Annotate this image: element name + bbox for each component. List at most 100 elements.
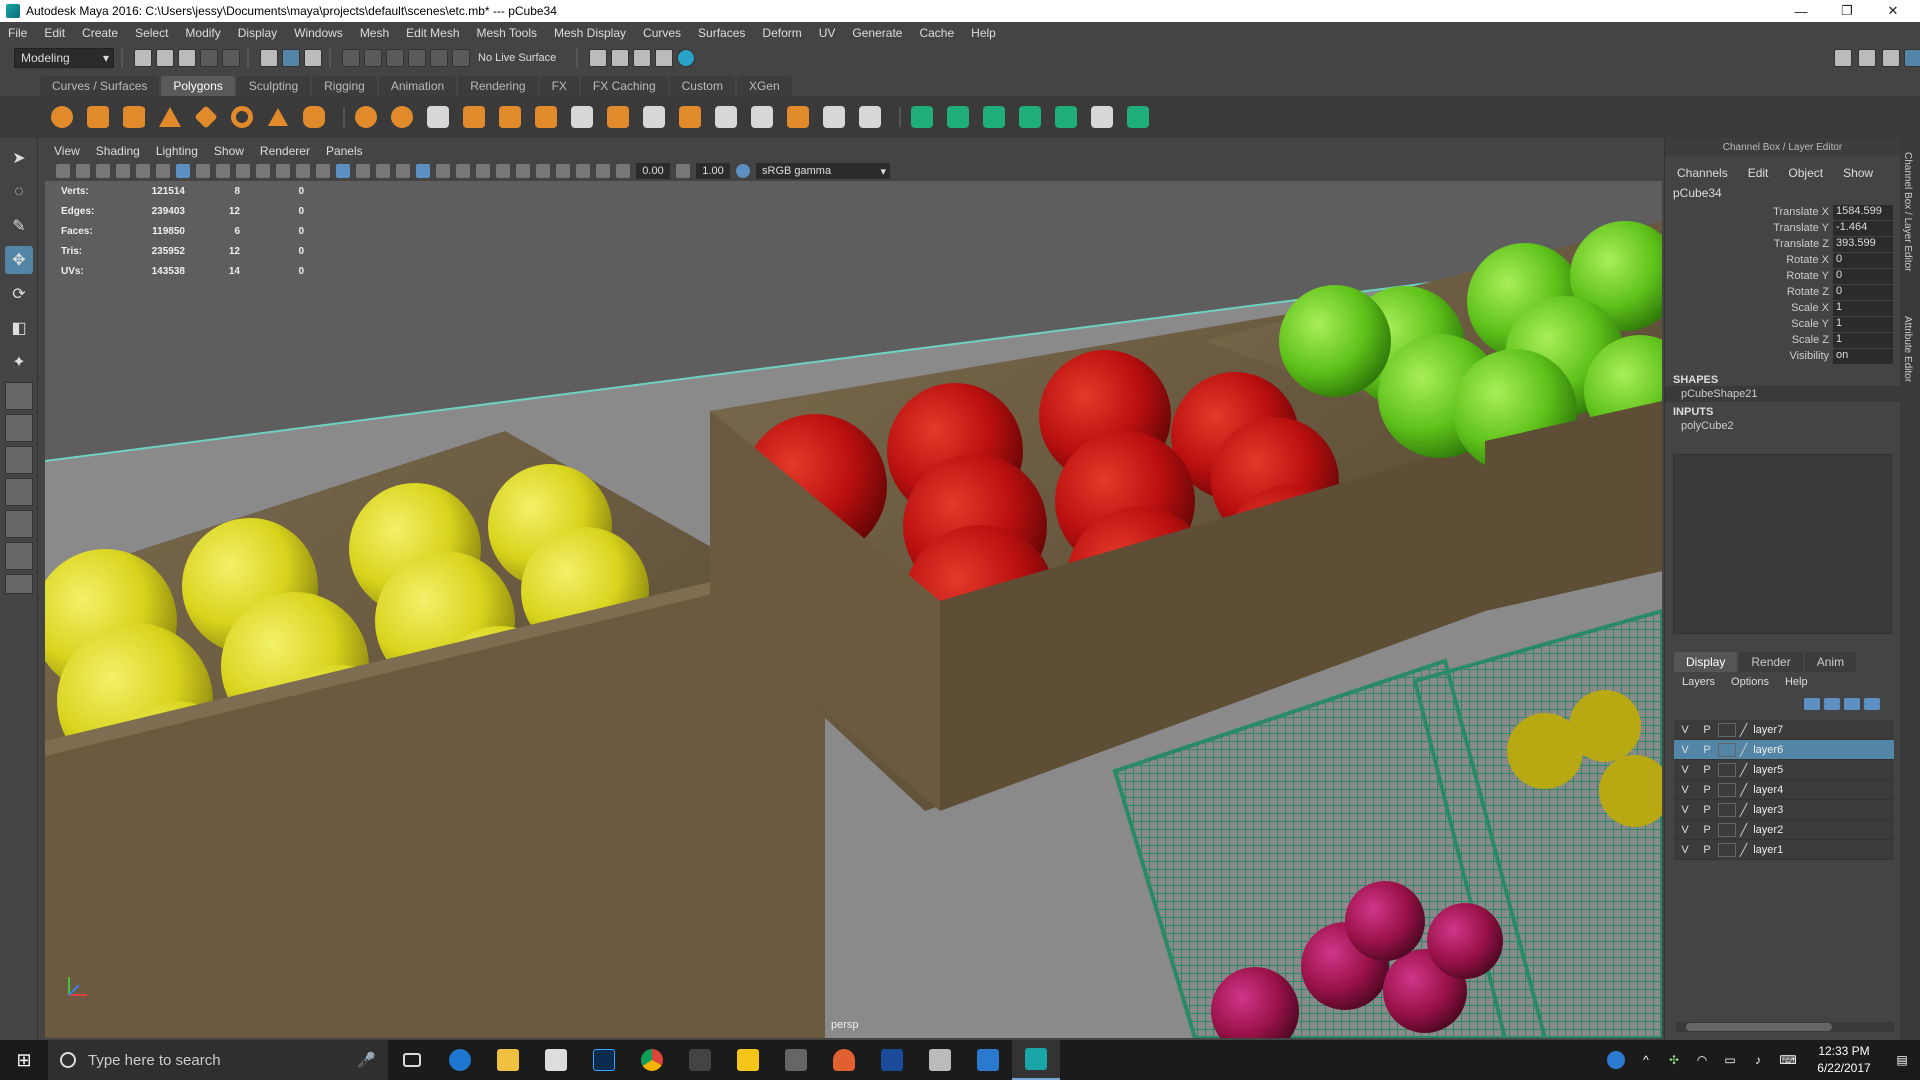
scale-tool-icon[interactable]: ◧ (5, 314, 33, 342)
layer-menu-layers[interactable]: Layers (1682, 676, 1715, 688)
layer-color-swatch[interactable] (1718, 742, 1736, 757)
bridge-icon[interactable] (640, 103, 668, 131)
spherical-uv-icon[interactable] (980, 103, 1008, 131)
channel-menu-channels[interactable]: Channels (1677, 166, 1728, 180)
combine-icon[interactable] (352, 103, 380, 131)
isolate-select-icon[interactable] (556, 164, 570, 178)
scrollbar-thumb[interactable] (1686, 1023, 1832, 1031)
extrude-icon[interactable] (604, 103, 632, 131)
attr-rotate-x[interactable]: Rotate X0 (1665, 252, 1900, 268)
poly-sphere-icon[interactable] (48, 103, 76, 131)
layer-row[interactable]: V P ╱ layer6 (1674, 740, 1894, 760)
append-polygon-icon[interactable] (748, 103, 776, 131)
safe-action-icon[interactable] (276, 164, 290, 178)
menu-edit-mesh[interactable]: Edit Mesh (406, 26, 459, 40)
average-vertices-icon[interactable] (532, 103, 560, 131)
layer-visibility-toggle[interactable]: V (1674, 724, 1696, 736)
cylindrical-uv-icon[interactable] (944, 103, 972, 131)
poly-plane-icon[interactable] (192, 103, 220, 131)
modeling-toolkit-icon[interactable] (1834, 49, 1852, 67)
persp-hypershade-layout-icon[interactable] (5, 510, 33, 538)
snap-grid-icon[interactable] (342, 49, 360, 67)
xray-icon[interactable] (396, 164, 410, 178)
poly-pipe-icon[interactable] (300, 103, 328, 131)
poly-torus-icon[interactable] (228, 103, 256, 131)
shelf-tab-rendering[interactable]: Rendering (458, 76, 538, 96)
menu-cache[interactable]: Cache (919, 26, 954, 40)
menu-select[interactable]: Select (135, 26, 168, 40)
outliner-persp-layout-icon[interactable] (5, 542, 33, 570)
edge-icon[interactable] (436, 1040, 484, 1080)
select-hierarchy-icon[interactable] (260, 49, 278, 67)
layer-color-swatch[interactable] (1718, 842, 1736, 857)
channel-menu-edit[interactable]: Edit (1748, 166, 1769, 180)
render-current-frame-icon[interactable] (611, 49, 630, 67)
battery-icon[interactable]: ▭ (1716, 1040, 1744, 1080)
layer-playback-toggle[interactable]: P (1696, 744, 1718, 756)
2d-pan-zoom-icon[interactable] (136, 164, 150, 178)
attr-translate-x[interactable]: Translate X 1584.599 (1665, 204, 1900, 220)
shelf-tab-fx[interactable]: FX (539, 76, 579, 96)
fill-hole-icon[interactable] (712, 103, 740, 131)
help-icon[interactable] (1600, 1040, 1632, 1080)
panel-menu-show[interactable]: Show (214, 144, 244, 158)
panel-menu-view[interactable]: View (54, 144, 80, 158)
maya-taskbar-icon[interactable] (1012, 1040, 1060, 1080)
field-chart-icon[interactable] (256, 164, 270, 178)
extract-icon[interactable] (424, 103, 452, 131)
layer-visibility-toggle[interactable]: V (1674, 784, 1696, 796)
shelf-tab-curves-surfaces[interactable]: Curves / Surfaces (40, 76, 160, 96)
menu-curves[interactable]: Curves (643, 26, 681, 40)
close-button[interactable]: ✕ (1870, 0, 1916, 22)
select-component-icon[interactable] (304, 49, 322, 67)
move-layer-up-icon[interactable] (1804, 698, 1820, 710)
panel-menu-renderer[interactable]: Renderer (260, 144, 310, 158)
bookmarks-icon[interactable] (96, 164, 110, 178)
minimize-button[interactable]: — (1778, 0, 1824, 22)
layer-playback-toggle[interactable]: P (1696, 824, 1718, 836)
save-scene-icon[interactable] (178, 49, 196, 67)
attr-translate-y[interactable]: Translate Y -1.464 (1665, 220, 1900, 236)
poly-cone-icon[interactable] (156, 103, 184, 131)
use-all-lights-icon[interactable] (436, 164, 450, 178)
settings-icon[interactable] (964, 1040, 1012, 1080)
menu-generate[interactable]: Generate (852, 26, 902, 40)
tool-settings-toggle-icon[interactable] (1882, 49, 1900, 67)
layer-visibility-toggle[interactable]: V (1674, 804, 1696, 816)
media-icon[interactable] (916, 1040, 964, 1080)
music-icon[interactable] (676, 1040, 724, 1080)
default-material-icon[interactable] (376, 164, 390, 178)
layer-playback-toggle[interactable]: P (1696, 784, 1718, 796)
shelf-tab-rigging[interactable]: Rigging (312, 76, 377, 96)
target-weld-icon[interactable] (820, 103, 848, 131)
uv-editor-icon[interactable] (1088, 103, 1116, 131)
depth-of-field-icon[interactable] (536, 164, 550, 178)
layer-tab-render[interactable]: Render (1739, 652, 1803, 672)
unfold-uv-icon[interactable] (1052, 103, 1080, 131)
attr-rotate-y[interactable]: Rotate Y0 (1665, 268, 1900, 284)
attr-scale-z[interactable]: Scale Z1 (1665, 332, 1900, 348)
volume-icon[interactable]: ♪ (1744, 1040, 1772, 1080)
paint-select-tool-icon[interactable]: ✎ (5, 212, 33, 240)
layer-color-swatch[interactable] (1718, 722, 1736, 737)
attr-scale-x[interactable]: Scale X1 (1665, 300, 1900, 316)
poly-cylinder-icon[interactable] (120, 103, 148, 131)
layer-playback-toggle[interactable]: P (1696, 844, 1718, 856)
keyboard-icon[interactable]: ⌨ (1772, 1040, 1804, 1080)
camera-attributes-icon[interactable] (76, 164, 90, 178)
layer-row[interactable]: V P ╱ layer3 (1674, 800, 1894, 820)
snap-view-plane-icon[interactable] (408, 49, 426, 67)
layer-tab-display[interactable]: Display (1674, 652, 1738, 672)
chevron-up-icon[interactable]: ^ (1632, 1040, 1660, 1080)
xray-joints-icon[interactable] (576, 164, 590, 178)
layer-menu-help[interactable]: Help (1785, 676, 1808, 688)
create-layer-from-selected-icon[interactable] (1864, 698, 1880, 710)
channel-menu-object[interactable]: Object (1788, 166, 1823, 180)
automatic-uv-icon[interactable] (1016, 103, 1044, 131)
render-view-icon[interactable] (589, 49, 608, 67)
side-tab-attribute-editor[interactable]: Attribute Editor (1902, 316, 1913, 382)
custom-layout-icon[interactable] (5, 574, 33, 594)
redo-icon[interactable] (222, 49, 240, 67)
layer-row[interactable]: V P ╱ layer2 (1674, 820, 1894, 840)
menu-mesh[interactable]: Mesh (360, 26, 389, 40)
